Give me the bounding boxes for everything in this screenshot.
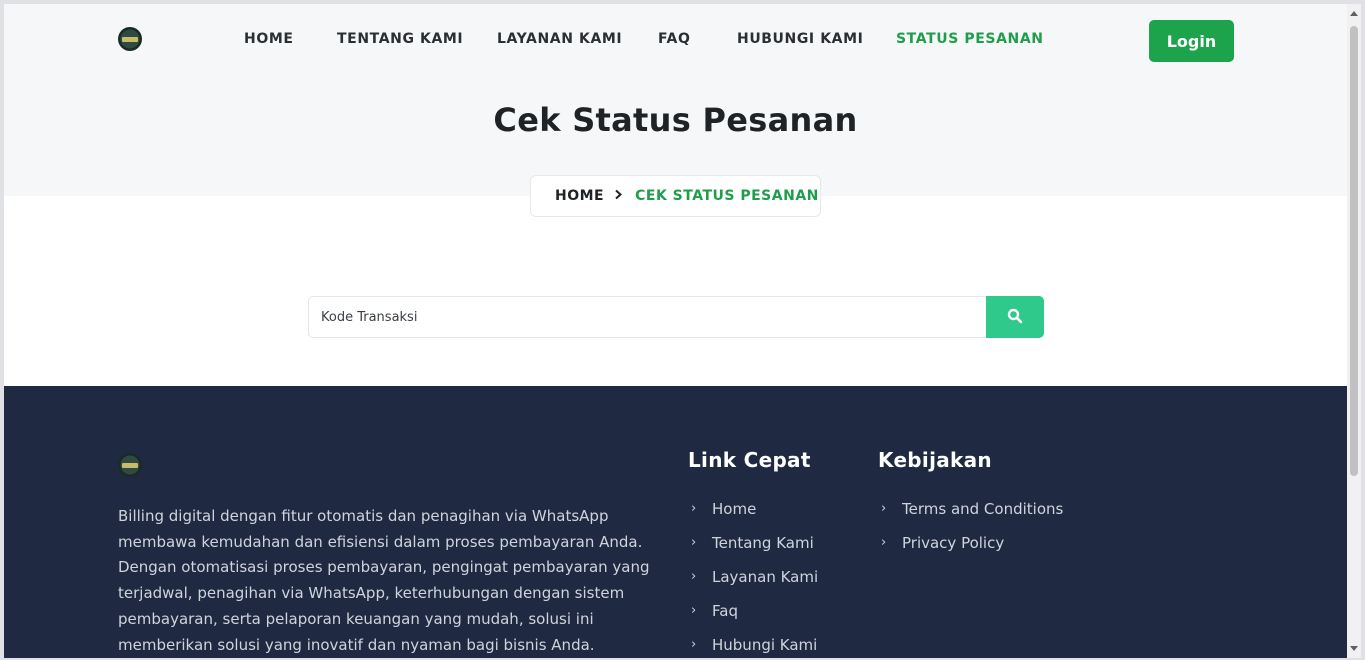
footer-about-text: Billing digital dengan fitur otomatis da… <box>118 507 650 654</box>
chevron-right-icon: › <box>691 569 697 584</box>
policy-link-privacy[interactable]: › Privacy Policy <box>878 534 1063 568</box>
page-viewport: HOME TENTANG KAMI LAYANAN KAMI FAQ HUBUN… <box>4 4 1347 658</box>
link-label: Home <box>712 500 757 518</box>
link-label: Hubungi Kami <box>712 636 818 654</box>
policy-title: Kebijakan <box>878 448 992 472</box>
link-label: Privacy Policy <box>902 534 1005 552</box>
quick-link-hubungi-kami[interactable]: › Hubungi Kami <box>688 636 818 658</box>
quick-links-list: › Home › Tentang Kami › Layanan Kami › Faq ›… <box>688 500 818 658</box>
breadcrumb: HOME CEK STATUS PESANAN <box>530 175 821 217</box>
link-label: Tentang Kami <box>712 534 814 552</box>
chevron-right-icon: › <box>881 535 887 550</box>
chevron-right-icon: › <box>691 637 697 652</box>
nav-home[interactable]: HOME <box>244 31 294 47</box>
nav-tentang-kami[interactable]: TENTANG KAMI <box>337 31 463 47</box>
scrollbar-thumb[interactable] <box>1350 26 1358 476</box>
quick-link-faq[interactable]: › Faq <box>688 602 818 636</box>
link-label: Terms and Conditions <box>902 500 1064 518</box>
header-hero: HOME TENTANG KAMI LAYANAN KAMI FAQ HUBUN… <box>4 4 1347 196</box>
chevron-right-icon: › <box>691 535 697 550</box>
footer-logo <box>118 453 142 477</box>
chevron-right-icon: › <box>691 501 697 516</box>
policy-link-terms[interactable]: › Terms and Conditions <box>878 500 1063 534</box>
chevron-right-icon: › <box>691 603 697 618</box>
link-label: Faq <box>712 602 738 620</box>
page-title: Cek Status Pesanan <box>493 101 858 139</box>
nav-hubungi-kami[interactable]: HUBUNGI KAMI <box>737 31 863 47</box>
transaction-code-input[interactable] <box>308 296 986 338</box>
search-icon <box>1007 308 1023 327</box>
quick-link-layanan-kami[interactable]: › Layanan Kami <box>688 568 818 602</box>
link-label: Layanan Kami <box>712 568 819 586</box>
nav-status-pesanan[interactable]: STATUS PESANAN <box>896 31 1044 47</box>
company-logo[interactable] <box>118 27 142 51</box>
policy-list: › Terms and Conditions › Privacy Policy <box>878 500 1063 568</box>
login-button[interactable]: Login <box>1149 20 1234 62</box>
chevron-right-icon <box>608 189 628 204</box>
quick-links-title: Link Cepat <box>688 448 811 472</box>
nav-faq[interactable]: FAQ <box>658 31 691 47</box>
quick-link-home[interactable]: › Home <box>688 500 818 534</box>
breadcrumb-current: CEK STATUS PESANAN <box>635 188 819 204</box>
footer: Billing digital dengan fitur otomatis da… <box>4 386 1347 658</box>
nav-layanan-kami[interactable]: LAYANAN KAMI <box>497 31 622 47</box>
quick-link-tentang-kami[interactable]: › Tentang Kami <box>688 534 818 568</box>
vertical-scrollbar[interactable] <box>1347 4 1361 658</box>
scroll-up-icon[interactable] <box>1350 11 1358 16</box>
scroll-down-icon[interactable] <box>1350 646 1358 651</box>
chevron-right-icon: › <box>881 501 887 516</box>
search-button[interactable] <box>986 296 1044 338</box>
breadcrumb-home[interactable]: HOME <box>555 188 604 204</box>
